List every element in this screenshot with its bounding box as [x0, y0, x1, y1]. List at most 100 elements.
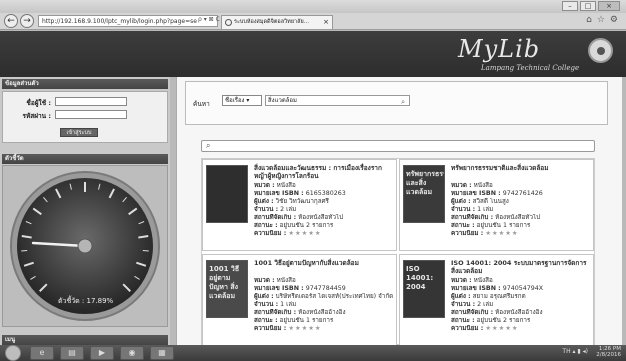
- username-input[interactable]: [55, 97, 127, 106]
- book-details: หมวด : หนังสือ หมายเลข ISBN : 6165380263 ผ…: [254, 182, 396, 238]
- rating-stars-icon[interactable]: ★★★★★: [288, 230, 321, 237]
- rating-stars-icon[interactable]: ★★★★★: [288, 325, 321, 332]
- cover-text: [207, 166, 247, 222]
- location-label: สถานที่จัดเก็บ :: [254, 214, 297, 221]
- clock[interactable]: 1:26 PM 2/8/2016: [596, 346, 621, 358]
- site-banner: MyLib Lampang Technical College: [0, 31, 626, 77]
- author-value: บริษัทรีดเดอร์ส ไดเจสท์(ประเทศไทย) จำกัด: [275, 293, 394, 300]
- favorites-icon[interactable]: ☆: [597, 15, 605, 25]
- browser-nav-bar: ← → http://192.168.9.100/lptc_mylib/logi…: [0, 13, 626, 30]
- address-tools[interactable]: ρ ▾ ⊠ C: [198, 16, 220, 23]
- index-panel-header: ตัวชี้วัด: [2, 154, 168, 164]
- back-button[interactable]: ←: [4, 14, 18, 28]
- address-bar[interactable]: http://192.168.9.100/lptc_mylib/login.ph…: [38, 15, 218, 27]
- window-titlebar: – □ ×: [0, 0, 626, 13]
- minimize-button[interactable]: –: [562, 1, 578, 11]
- results-grid: สิ่งแวดล้อมและวัฒนธรรม : การเมืองเรื่องร…: [201, 158, 595, 346]
- book-title[interactable]: สิ่งแวดล้อมและวัฒนธรรม : การเมืองเรื่องร…: [254, 164, 394, 180]
- password-label: รหัสผ่าน :: [22, 112, 51, 120]
- search-panel: ค้นหา ชื่อเรื่อง ▾ สิ่งแวดล้อม ⌕: [185, 81, 608, 125]
- chrome-icon[interactable]: ◉: [120, 346, 144, 360]
- rating-label: ความนิยม :: [451, 230, 484, 237]
- book-card[interactable]: สิ่งแวดล้อมและวัฒนธรรม : การเมืองเรื่องร…: [202, 159, 397, 251]
- count-label: จำนวน :: [451, 301, 476, 308]
- isbn-value: 974054794X: [502, 285, 544, 292]
- system-tray[interactable]: TH ▴ ▮ ◂): [562, 348, 588, 355]
- location-label: สถานที่จัดเก็บ :: [451, 214, 494, 221]
- book-cover[interactable]: ISO 14001: 2004: [403, 260, 445, 318]
- type-label: หมวด :: [254, 277, 275, 284]
- search-label: ค้นหา: [193, 100, 210, 108]
- start-button[interactable]: [5, 345, 21, 361]
- author-value: สวิสดี้ โนนสูง: [472, 198, 509, 205]
- isbn-value: 9742761426: [502, 190, 543, 197]
- media-player-icon[interactable]: ▶: [90, 346, 114, 360]
- isbn-label: หมายเลข ISBN :: [451, 285, 501, 292]
- book-details: หมวด : หนังสือ หมายเลข ISBN : 9747784459 ผ…: [254, 277, 396, 333]
- tab-close-icon[interactable]: ×: [323, 16, 329, 29]
- browser-tab[interactable]: ระบบห้องสมุดดิจิตอลวิทยาลัย... ×: [221, 15, 333, 29]
- member-panel-header: ข้อมูลส่วนตัว: [2, 79, 168, 89]
- cover-text: ISO 14001: 2004: [406, 265, 434, 291]
- book-card[interactable]: 1001 วิธีอยู่ตามปัญหา สิ่งแวดล้อม 1001 วิ…: [202, 254, 397, 346]
- isbn-label: หมายเลข ISBN :: [254, 285, 304, 292]
- home-icon[interactable]: ⌂: [586, 15, 592, 25]
- clock-date: 2/8/2016: [596, 352, 621, 358]
- author-label: ผู้แต่ง :: [254, 293, 274, 300]
- location-value: ห้องหนังสืออ้างอิง: [495, 309, 543, 316]
- taskbar-apps: e ▤ ▶ ◉ ▦: [30, 346, 174, 360]
- book-card[interactable]: ISO 14001: 2004 ISO 14001: 2004 ระบบมาตรฐ…: [399, 254, 594, 346]
- rating-stars-icon[interactable]: ★★★★★: [485, 230, 518, 237]
- count-label: จำนวน :: [254, 301, 279, 308]
- close-window-button[interactable]: ×: [598, 1, 620, 11]
- book-details: หมวด : หนังสือ หมายเลข ISBN : 9742761426 ผ…: [451, 182, 593, 238]
- status-label: สถานะ :: [451, 317, 475, 324]
- password-input[interactable]: [55, 110, 127, 119]
- book-title[interactable]: ทรัพยากรธรรมชาติและสิ่งแวดล้อม: [451, 164, 591, 172]
- search-input[interactable]: สิ่งแวดล้อม ⌕: [265, 95, 410, 106]
- type-value: หนังสือ: [276, 277, 296, 284]
- rating-label: ความนิยม :: [451, 325, 484, 332]
- maximize-button[interactable]: □: [580, 1, 596, 11]
- cover-text: ทรัพยากรธรรมชาติและสิ่งแวดล้อม: [406, 170, 444, 196]
- book-title[interactable]: ISO 14001: 2004 ระบบมาตรฐานการจัดการสิ่ง…: [451, 259, 591, 275]
- forward-button[interactable]: →: [20, 14, 34, 28]
- count-value: 1 เล่ม: [280, 301, 297, 308]
- filter-input[interactable]: ⌕: [201, 140, 595, 152]
- tab-title: ระบบห้องสมุดดิจิตอลวิทยาลัย...: [234, 19, 309, 25]
- site-logo[interactable]: MyLib: [458, 35, 540, 63]
- type-value: หนังสือ: [276, 182, 296, 189]
- status-value: อยู่บนชั้น 2 รายการ: [279, 222, 334, 229]
- browser-toolbar-icons: ⌂ ☆ ⚙: [586, 15, 618, 25]
- book-cover[interactable]: [206, 165, 248, 223]
- search-icon[interactable]: ⌕: [401, 97, 405, 107]
- college-emblem-icon: [588, 38, 613, 63]
- search-query: สิ่งแวดล้อม: [268, 97, 297, 104]
- taskbar: e ▤ ▶ ◉ ▦ TH ▴ ▮ ◂) 1:26 PM 2/8/2016: [0, 345, 626, 361]
- status-label: สถานะ :: [254, 317, 278, 324]
- location-label: สถานที่จัดเก็บ :: [451, 309, 494, 316]
- app-icon[interactable]: ▦: [150, 346, 174, 360]
- isbn-value: 9747784459: [305, 285, 346, 292]
- rating-label: ความนิยม :: [254, 230, 287, 237]
- author-label: ผู้แต่ง :: [451, 198, 471, 205]
- book-card[interactable]: ทรัพยากรธรรมชาติและสิ่งแวดล้อมทรัพยากรธร…: [399, 159, 594, 251]
- search-field-select[interactable]: ชื่อเรื่อง ▾: [222, 95, 262, 106]
- rating-stars-icon[interactable]: ★★★★★: [485, 325, 518, 332]
- author-label: ผู้แต่ง :: [254, 198, 274, 205]
- settings-icon[interactable]: ⚙: [610, 15, 618, 25]
- folder-icon[interactable]: ▤: [60, 346, 84, 360]
- ie-icon[interactable]: e: [30, 346, 54, 360]
- login-button[interactable]: เข้าสู่ระบบ: [60, 128, 98, 137]
- count-value: 2 เล่ม: [477, 301, 494, 308]
- isbn-value: 6165380263: [305, 190, 346, 197]
- book-title[interactable]: 1001 วิธีอยู่ตามปัญหากับสิ่งแวดล้อม: [254, 259, 394, 267]
- count-value: 1 เล่ม: [477, 206, 494, 213]
- count-value: 2 เล่ม: [280, 206, 297, 213]
- author-value: วิชัย วิทวัฒนากุลศรี: [275, 198, 329, 205]
- book-cover[interactable]: ทรัพยากรธรรมชาติและสิ่งแวดล้อม: [403, 165, 445, 223]
- book-cover[interactable]: 1001 วิธีอยู่ตามปัญหา สิ่งแวดล้อม: [206, 260, 248, 318]
- isbn-label: หมายเลข ISBN :: [254, 190, 304, 197]
- location-value: ห้องหนังสืออ้างอิง: [298, 309, 346, 316]
- window-controls: – □ ×: [562, 1, 620, 11]
